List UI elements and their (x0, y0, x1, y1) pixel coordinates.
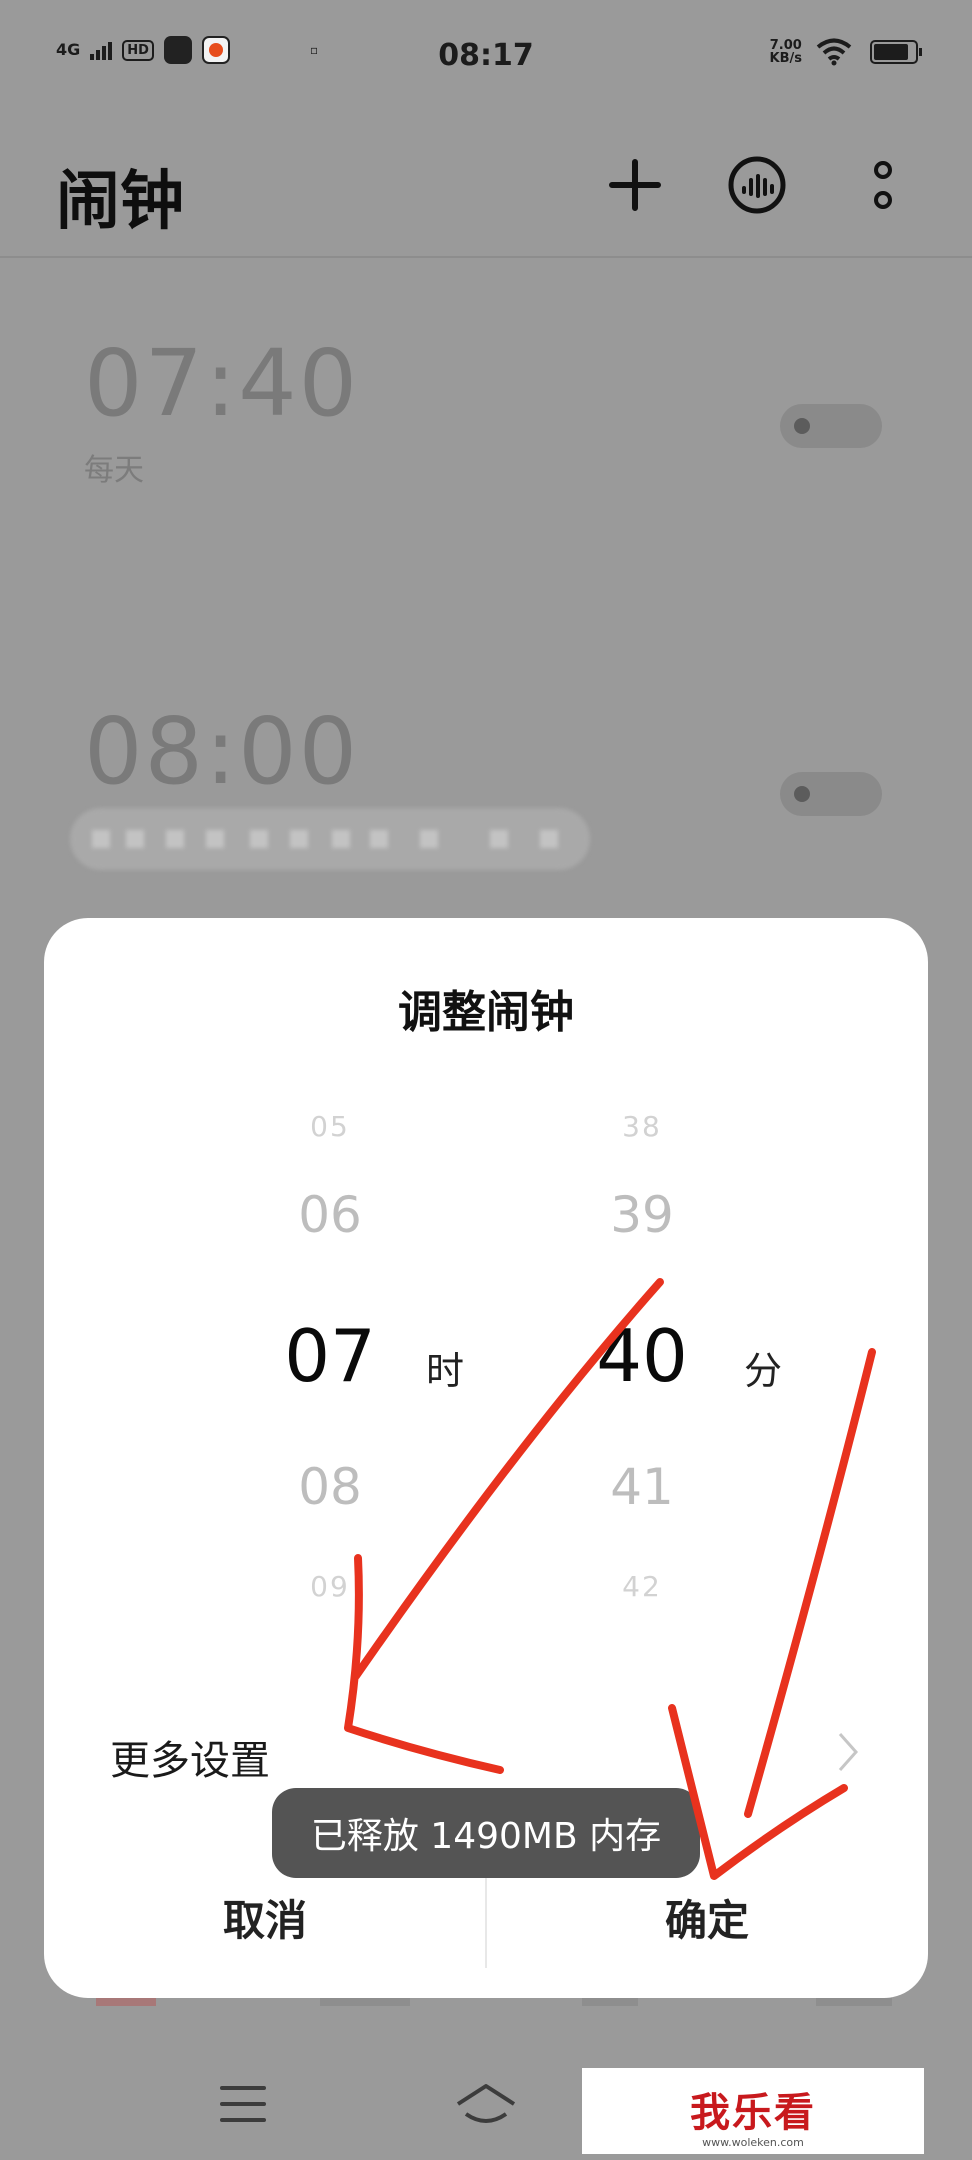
hour-option[interactable]: 09 (230, 1570, 430, 1603)
minute-option[interactable]: 39 (542, 1186, 742, 1244)
add-icon[interactable] (600, 150, 670, 220)
page-title: 闹钟 (56, 165, 184, 239)
minute-option[interactable]: 41 (542, 1458, 742, 1516)
watermark-logo: 我乐看 (690, 2090, 816, 2136)
minute-unit: 分 (744, 1349, 783, 1393)
alarm-toggle[interactable] (780, 772, 882, 816)
blurred-alarm-label (70, 808, 590, 870)
voice-icon[interactable] (722, 150, 792, 220)
more-icon[interactable] (848, 150, 918, 220)
status-bar: 4G HD ▫ 08:17 7.00 KB/s (0, 0, 972, 100)
alarm-time: 08:00 (84, 698, 360, 805)
minute-option[interactable]: 38 (542, 1110, 742, 1143)
hour-option[interactable]: 06 (230, 1186, 430, 1244)
network-speed: 7.00 KB/s (770, 39, 802, 65)
watermark-url: www.woleken.com (702, 2136, 804, 2149)
alarm-item[interactable]: 07:40 每天 (84, 330, 359, 489)
status-right: 7.00 KB/s (770, 38, 922, 66)
speed-unit: KB/s (769, 51, 802, 66)
alarm-time: 07:40 (84, 330, 360, 437)
home-icon[interactable] (452, 2080, 520, 2130)
alarm-item[interactable]: 08:00 (84, 698, 359, 805)
minute-selected[interactable]: 40 (542, 1314, 742, 1398)
watermark: 我乐看 www.woleken.com (582, 2068, 924, 2154)
more-settings-row[interactable]: 更多设置 (44, 1708, 928, 1798)
more-settings-label: 更多设置 (110, 1738, 270, 1784)
battery-icon (870, 40, 922, 64)
minute-option[interactable]: 42 (542, 1570, 742, 1603)
chevron-right-icon (838, 1733, 859, 1771)
hour-option[interactable]: 05 (230, 1110, 430, 1143)
dialog-title: 调整闹钟 (398, 987, 574, 1038)
hour-option[interactable]: 08 (230, 1458, 430, 1516)
alarm-repeat: 每天 (84, 453, 144, 488)
wifi-icon (816, 38, 852, 66)
header-divider (0, 256, 972, 258)
memory-toast: 已释放 1490MB 内存 (272, 1788, 700, 1878)
hour-selected[interactable]: 07 (230, 1314, 430, 1398)
menu-icon[interactable] (220, 2086, 266, 2122)
hour-unit: 时 (426, 1349, 465, 1393)
alarm-toggle[interactable] (780, 404, 882, 448)
